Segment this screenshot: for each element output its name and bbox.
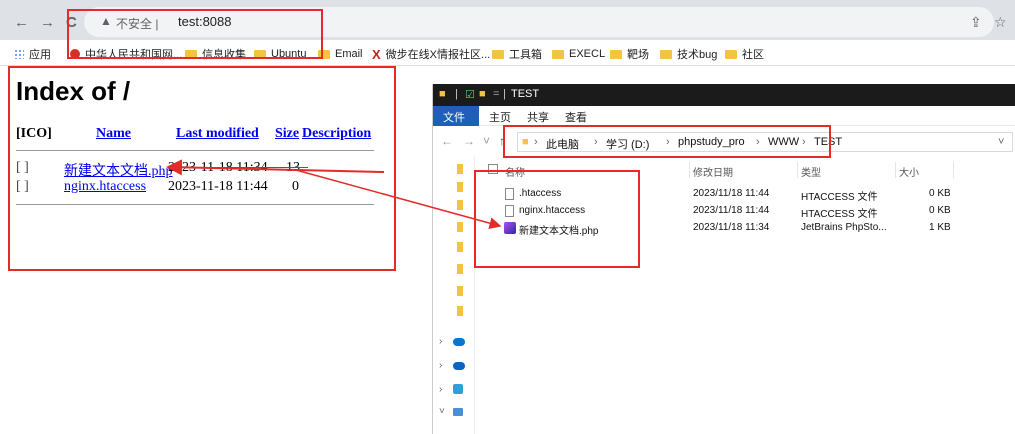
arrow-to-explorer-file (295, 169, 502, 230)
annotation-arrows (166, 159, 502, 230)
arrow-to-index-entry (166, 159, 385, 176)
